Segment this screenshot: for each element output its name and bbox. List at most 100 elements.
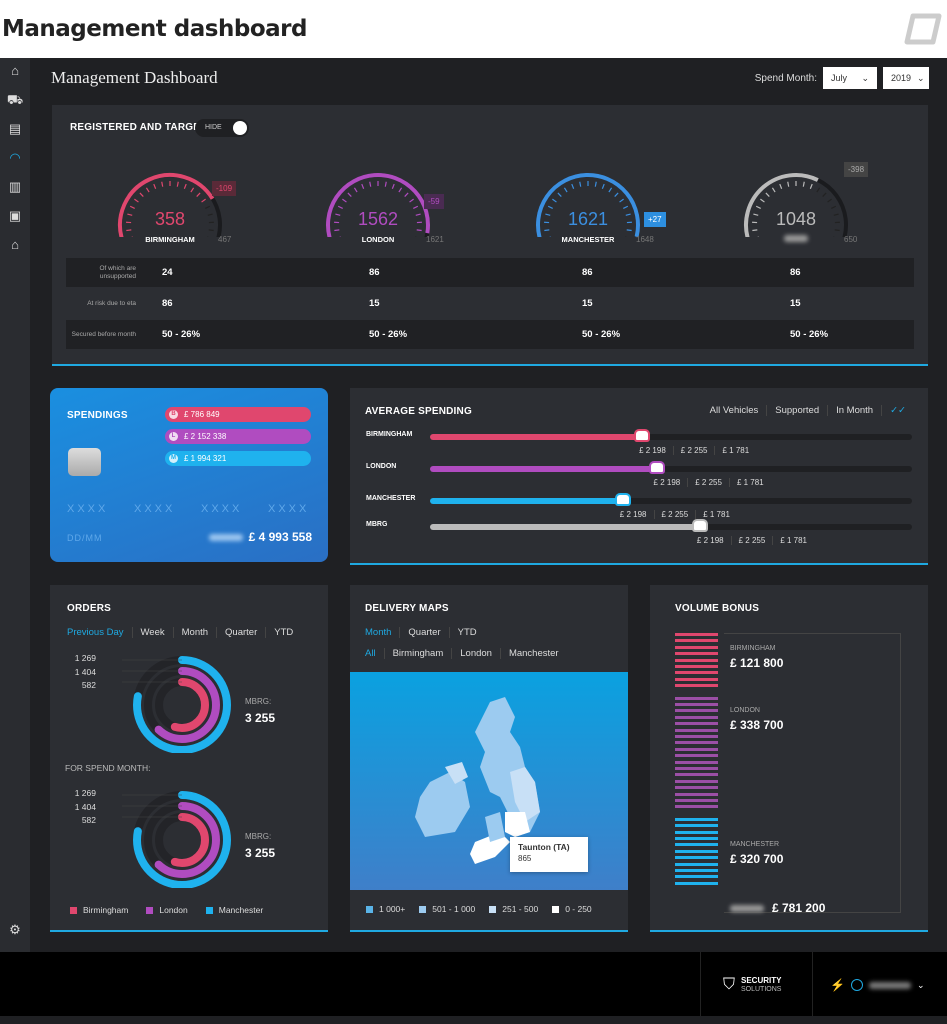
gauge-tick (802, 181, 805, 187)
filter-in-month[interactable]: In Month (828, 405, 883, 416)
gauge-tick (161, 181, 164, 187)
ring-label: 582 (81, 815, 96, 825)
spending-value: £ 2 198 (632, 446, 674, 455)
volume-bar-line (675, 805, 718, 809)
volume-bar-line (675, 849, 718, 853)
spending-pill: L £ 2 152 338 (165, 429, 311, 444)
footer: ⛉ SECURITY SOLUTIONS ⚡ ⌄ (0, 952, 947, 1016)
tab-week[interactable]: Week (133, 627, 174, 638)
gauge-city: BIRMINGHAM (145, 235, 195, 244)
spending-value: £ 1 781 (736, 478, 764, 487)
total-amount: £ 4 993 558 (248, 530, 312, 544)
tab-quarter[interactable]: Quarter (217, 627, 267, 638)
gauge-tick (398, 187, 403, 193)
volume-bar-line (675, 824, 718, 828)
brand-bottom: SOLUTIONS (741, 986, 782, 993)
spendings-total: £ 4 993 558 (208, 530, 312, 544)
gear-icon[interactable]: ⚙ (0, 917, 30, 946)
gauge-value: 1048 (775, 209, 817, 229)
spending-value: £ 2 198 (612, 510, 655, 519)
info-icon[interactable] (850, 979, 863, 991)
gauge-tick (760, 198, 765, 203)
double-check-icon[interactable]: ✓✓ (882, 405, 914, 416)
spend-month-filter: Spend Month: July ⌄ 2019 ⌄ (755, 67, 929, 89)
user-menu[interactable]: ⚡ ⌄ (830, 978, 925, 992)
hide-toggle[interactable]: HIDE (195, 119, 249, 137)
toggle-knob (233, 121, 247, 135)
year-value: 2019 (891, 73, 912, 83)
tab-month[interactable]: Month (174, 627, 218, 638)
spending-value: £ 2 255 (688, 478, 730, 487)
volume-bar-line (675, 645, 718, 649)
filter-supported[interactable]: Supported (767, 405, 829, 416)
volume-bonus-panel: VOLUME BONUS £ 781 200 BIRMINGHAM £ 121 8… (650, 585, 928, 932)
legend-swatch (205, 907, 213, 914)
tab-quarter[interactable]: Quarter (400, 627, 450, 638)
lock-icon[interactable]: ⌂ (0, 232, 30, 261)
row-label: Secured before month (71, 330, 136, 338)
legend-item: London (146, 905, 188, 915)
tab-month[interactable]: Month (357, 627, 401, 638)
total-value: 3 255 (245, 846, 276, 860)
tab-ytd[interactable]: YTD (266, 627, 301, 638)
gauge-tick (134, 198, 139, 203)
gauge-value: 1621 (567, 209, 609, 229)
table-row: Secured before month 50 - 26% 50 - 26% 50 -… (66, 320, 914, 349)
tab-ytd[interactable]: YTD (450, 627, 485, 638)
sidebar: ⚙ ⌂ ⛟ ▤ ◠ ▥ ▣ ⌂ (0, 58, 30, 952)
notification-icon[interactable]: ⚡ (830, 978, 845, 992)
spending-amount: £ 2 152 338 (184, 432, 227, 441)
average-spending-filters: All Vehicles Supported In Month ✓✓ (702, 405, 914, 416)
row-value: 24 (162, 267, 173, 278)
gauge-tick (619, 198, 624, 203)
car-marker-icon (648, 461, 665, 474)
legend-label: 0 - 250 (565, 904, 592, 914)
gauge-diff: -109 (212, 181, 237, 196)
tab-london[interactable]: London (452, 648, 501, 659)
tab-all[interactable]: All (357, 648, 385, 659)
tab-birmingham[interactable]: Birmingham (385, 648, 453, 659)
gauge-target: 650 (844, 235, 858, 244)
volume-bar-line (675, 830, 718, 834)
brand: ⛉ SECURITY SOLUTIONS (700, 952, 813, 1016)
chevron-down-icon: ⌄ (917, 72, 925, 83)
row-label: Of which are unsupported (99, 264, 137, 280)
list-icon[interactable]: ▤ (0, 116, 30, 145)
gauge-icon[interactable]: ◠ (0, 145, 30, 174)
row-value: 50 - 26% (162, 329, 201, 340)
gauge-city (736, 235, 856, 244)
month-select[interactable]: July ⌄ (823, 67, 877, 89)
redacted-username (868, 981, 911, 989)
orders-panel: ORDERS Previous Day Week Month Quarter YTD B… (50, 585, 328, 932)
volume-bar-line (675, 703, 718, 706)
tooltip-name: Taunton (TA) (518, 842, 570, 852)
uk-map[interactable]: Taunton (TA) 865 (350, 672, 628, 890)
spend-month-label: Spend Month: (754, 72, 817, 84)
year-select[interactable]: 2019 ⌄ (883, 67, 929, 89)
volume-bar-line (675, 760, 718, 764)
row-value: 50 - 26% (369, 329, 408, 340)
gauge-tick (190, 187, 195, 193)
bar-chart-icon[interactable]: ▥ (0, 174, 30, 203)
spending-track (430, 493, 912, 506)
gauge-tick (347, 192, 352, 197)
gauge-tick (563, 187, 568, 193)
gauge-value: 1562 (357, 209, 399, 229)
car-icon[interactable]: ⛟ (0, 87, 30, 116)
spending-track (430, 429, 912, 442)
legend-swatch (70, 907, 77, 914)
legend-label: Manchester (218, 905, 264, 915)
legend-item: 251 - 500 (489, 904, 538, 914)
delivery-period-tabs: Month Quarter YTD (357, 627, 485, 638)
spending-value: £ 2 198 (689, 536, 732, 545)
tab-manchester[interactable]: Manchester (501, 648, 567, 659)
document-icon[interactable]: ▣ (0, 203, 30, 232)
volume-bar-line (675, 696, 718, 700)
home-icon[interactable]: ⌂ (0, 58, 30, 87)
gauge-tick (557, 192, 562, 197)
filter-all-vehicles[interactable]: All Vehicles (702, 405, 768, 416)
legend-item: Birmingham (70, 905, 128, 915)
gauge-target: 1621 (426, 235, 444, 244)
tab-previous-day[interactable]: Previous Day (59, 627, 133, 638)
volume-bar-line (675, 684, 718, 688)
